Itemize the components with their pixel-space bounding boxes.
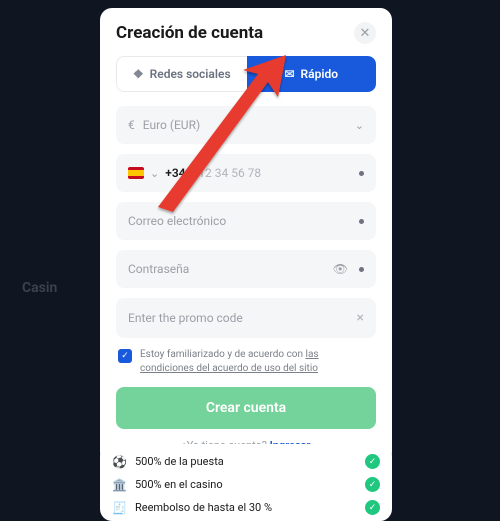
promo-placeholder: Enter the promo code (128, 311, 243, 325)
password-input[interactable]: Contraseña 👁 (116, 250, 376, 288)
casino-icon: 🏛️ (112, 478, 127, 492)
consent-text: Estoy familiarizado y de acuerdo con las… (140, 348, 374, 375)
modal-title: Creación de cuenta (116, 23, 263, 43)
bonus-row[interactable]: ⚽ 500% de la puesta ✓ (110, 450, 382, 473)
soccer-icon: ⚽ (112, 455, 127, 469)
currency-select[interactable]: € Euro (EUR) ⌄ (116, 106, 376, 144)
check-icon: ✓ (365, 477, 380, 492)
status-dot-icon (359, 267, 364, 272)
envelope-icon: ✉ (284, 67, 294, 81)
modal-header: Creación de cuenta ✕ (116, 22, 376, 44)
background-text: Casin (22, 280, 57, 296)
receipt-icon: 🧾 (112, 501, 127, 515)
consent-row: ✓ Estoy familiarizado y de acuerdo con l… (118, 348, 374, 375)
tab-quick[interactable]: ✉ Rápido (247, 56, 377, 92)
create-account-button[interactable]: Crear cuenta (116, 387, 376, 429)
euro-icon: € (128, 118, 135, 132)
bonus-row[interactable]: 🏛️ 500% en el casino ✓ (110, 473, 382, 496)
email-placeholder: Correo electrónico (128, 214, 226, 228)
tab-social-label: Redes sociales (150, 67, 231, 81)
social-icon: ❖ (133, 67, 144, 81)
bonus-label: Reembolso de hasta el 30 % (135, 501, 272, 514)
tab-social[interactable]: ❖ Redes sociales (116, 56, 247, 92)
check-icon: ✓ (365, 454, 380, 469)
phone-prefix: +34 (165, 166, 185, 180)
bonus-label: 500% en el casino (135, 478, 223, 491)
password-placeholder: Contraseña (128, 262, 189, 276)
chevron-down-icon[interactable]: ⌄ (150, 167, 159, 180)
bonus-panel: ⚽ 500% de la puesta ✓ 🏛️ 500% en el casi… (100, 444, 392, 521)
signup-modal: Creación de cuenta ✕ ❖ Redes sociales ✉ … (100, 8, 392, 464)
bonus-row[interactable]: 🧾 Reembolso de hasta el 30 % ✓ (110, 496, 382, 515)
eye-icon[interactable]: 👁 (333, 262, 348, 276)
clear-icon[interactable]: × (357, 310, 364, 326)
signup-tabs: ❖ Redes sociales ✉ Rápido (116, 56, 376, 92)
close-icon[interactable]: ✕ (354, 22, 376, 44)
status-dot-icon (359, 171, 364, 176)
chevron-down-icon: ⌄ (355, 119, 364, 132)
currency-label: Euro (EUR) (143, 118, 200, 132)
tab-quick-label: Rápido (301, 67, 338, 81)
phone-placeholder: 612 34 56 78 (192, 166, 262, 180)
consent-checkbox[interactable]: ✓ (118, 349, 132, 363)
bonus-label: 500% de la puesta (135, 455, 224, 468)
phone-input[interactable]: ⌄ +34 612 34 56 78 (116, 154, 376, 192)
promo-input[interactable]: Enter the promo code × (116, 298, 376, 338)
email-input[interactable]: Correo electrónico (116, 202, 376, 240)
status-dot-icon (359, 219, 364, 224)
flag-es-icon (128, 167, 144, 179)
check-icon: ✓ (365, 500, 380, 515)
